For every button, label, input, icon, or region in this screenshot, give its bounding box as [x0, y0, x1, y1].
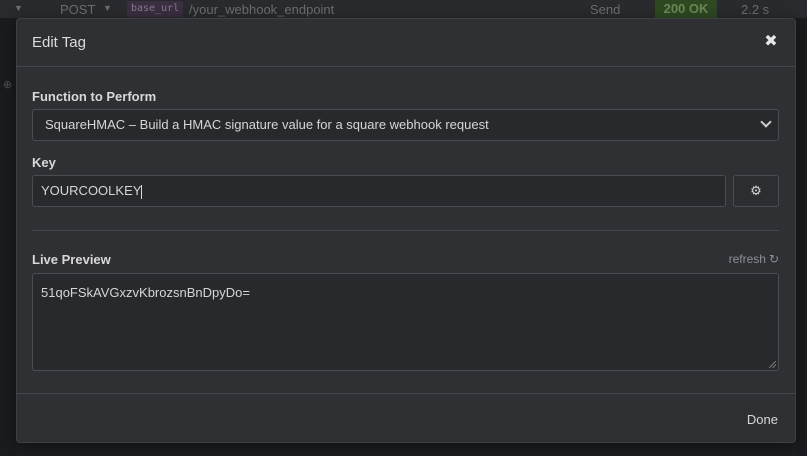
method-selector[interactable]: POST: [60, 2, 95, 17]
live-preview-textarea[interactable]: 51qoFSkAVGxzvKbrozsnBnDpyDo=: [32, 273, 779, 371]
response-time: 2.2 s: [741, 2, 770, 17]
live-preview-label: Live Preview: [32, 252, 111, 267]
send-button[interactable]: Send: [590, 2, 620, 17]
text-cursor: [141, 184, 143, 199]
function-select[interactable]: SquareHMAC – Build a HMAC signature valu…: [32, 109, 779, 141]
resize-handle-icon[interactable]: [769, 361, 776, 368]
edit-tag-modal: Edit Tag ✖ Function to Perform SquareHMA…: [16, 18, 796, 443]
add-icon: ⊕: [3, 79, 13, 91]
key-settings-button[interactable]: ⚙: [733, 175, 779, 207]
url-path[interactable]: /your_webhook_endpoint: [189, 2, 334, 17]
url-variable-tag[interactable]: base_url: [127, 1, 184, 17]
refresh-icon: ↻: [768, 252, 779, 266]
left-panel-edge: ⊕: [0, 18, 16, 456]
refresh-button[interactable]: refresh ↻: [729, 252, 779, 266]
request-bar: ▼ POST ▼ base_url /your_webhook_endpoint…: [0, 0, 807, 18]
modal-footer: Done: [17, 393, 795, 443]
key-label: Key: [32, 155, 56, 170]
right-panel-edge: [796, 18, 807, 456]
caret-down-icon[interactable]: ▼: [103, 3, 112, 13]
gear-icon: ⚙: [750, 183, 762, 198]
chevron-down-icon[interactable]: ▼: [14, 3, 23, 13]
function-label: Function to Perform: [32, 89, 157, 104]
chevron-down-icon: [760, 116, 772, 128]
function-select-value: SquareHMAC – Build a HMAC signature valu…: [45, 117, 489, 132]
key-input[interactable]: YOURCOOLKEY: [32, 175, 726, 207]
divider: [32, 230, 779, 231]
close-icon[interactable]: ✖: [763, 33, 779, 51]
status-badge: 200 OK: [655, 0, 717, 18]
done-button[interactable]: Done: [747, 412, 778, 427]
key-input-value: YOURCOOLKEY: [41, 183, 142, 198]
live-preview-value: 51qoFSkAVGxzvKbrozsnBnDpyDo=: [41, 285, 250, 300]
refresh-label: refresh: [728, 252, 766, 266]
modal-title: Edit Tag: [32, 34, 86, 51]
modal-header: Edit Tag ✖: [17, 19, 795, 67]
